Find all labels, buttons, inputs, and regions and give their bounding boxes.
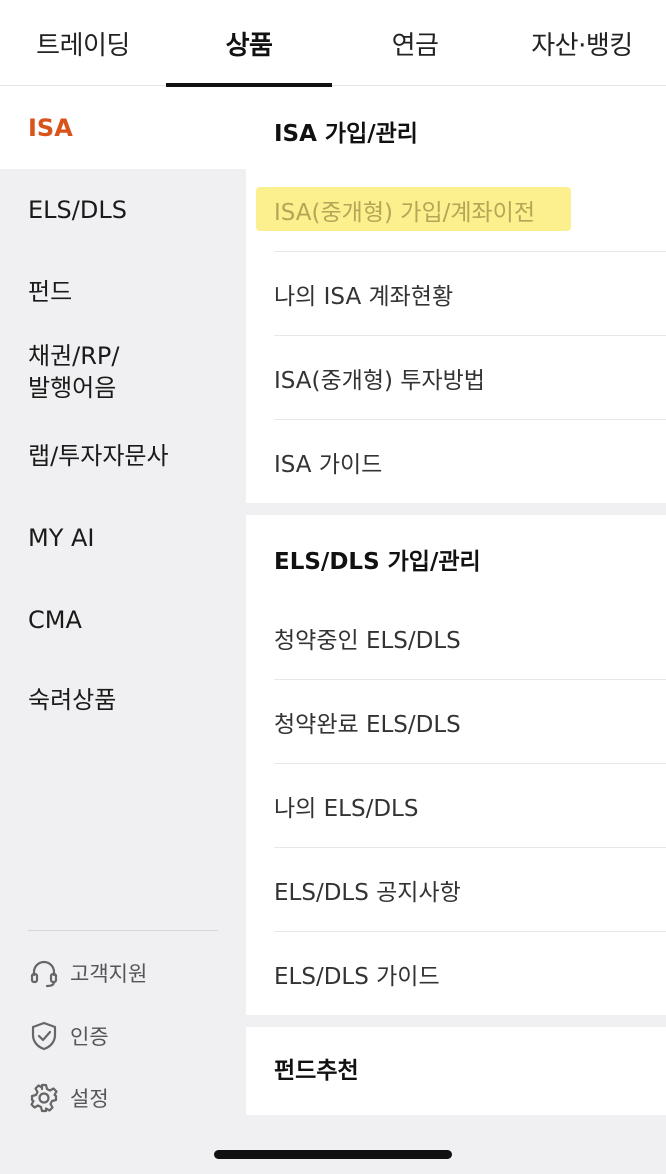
section-isa: ISA 가입/관리 ISA(중개형) 가입/계좌이전 나의 ISA 계좌현황 I… <box>246 87 666 503</box>
shield-check-icon <box>31 1021 57 1051</box>
settings-link[interactable]: 설정 <box>28 1082 109 1114</box>
menu-item-isa-investment-method[interactable]: ISA(중개형) 투자방법 <box>274 336 666 420</box>
section-els-dls: ELS/DLS 가입/관리 청약중인 ELS/DLS 청약완료 ELS/DLS … <box>246 515 666 1015</box>
menu-item-isa-join-transfer[interactable]: ISA(중개형) 가입/계좌이전 <box>274 168 666 252</box>
menu-item-isa-guide[interactable]: ISA 가이드 <box>274 420 666 504</box>
sidebar-item-my-ai[interactable]: MY AI <box>0 522 246 554</box>
sidebar-item-fund[interactable]: 펀드 <box>0 276 246 308</box>
authentication-link[interactable]: 인증 <box>28 1020 109 1052</box>
category-sidebar: ISA ELS/DLS 펀드 채권/RP/ 발행어음 랩/투자자문사 MY AI… <box>0 87 246 1174</box>
section-title-fund-recommendation: 펀드추천 <box>274 1058 359 1084</box>
settings-label: 설정 <box>70 1087 109 1111</box>
sidebar-item-els-dls[interactable]: ELS/DLS <box>0 194 246 226</box>
menu-item-els-subscribing[interactable]: 청약중인 ELS/DLS <box>274 596 666 680</box>
menu-item-els-notice[interactable]: ELS/DLS 공지사항 <box>274 848 666 932</box>
customer-support-label: 고객지원 <box>70 962 148 986</box>
tab-pension[interactable]: 연금 <box>332 0 498 86</box>
sidebar-item-wrap-advisory[interactable]: 랩/투자자문사 <box>0 440 246 472</box>
headset-icon <box>30 960 58 988</box>
tab-products[interactable]: 상품 <box>166 0 332 86</box>
section-title-isa: ISA 가입/관리 <box>274 121 418 147</box>
authentication-label: 인증 <box>70 1025 109 1049</box>
sidebar-item-deliberation-products[interactable]: 숙려상품 <box>0 684 246 716</box>
menu-content: ISA 가입/관리 ISA(중개형) 가입/계좌이전 나의 ISA 계좌현황 I… <box>246 87 666 1174</box>
tab-trading[interactable]: 트레이딩 <box>0 0 166 86</box>
section-fund-recommendation: 펀드추천 <box>246 1027 666 1115</box>
home-indicator-bar[interactable] <box>214 1150 452 1159</box>
sidebar-item-isa[interactable]: ISA <box>0 87 246 169</box>
gear-icon <box>30 1083 58 1113</box>
menu-item-els-guide[interactable]: ELS/DLS 가이드 <box>274 932 666 1016</box>
menu-item-my-els[interactable]: 나의 ELS/DLS <box>274 764 666 848</box>
sidebar-item-bond-rp[interactable]: 채권/RP/ 발행어음 <box>0 340 246 404</box>
tab-assets-banking[interactable]: 자산·뱅킹 <box>498 0 666 86</box>
sidebar-divider <box>28 930 218 931</box>
customer-support-link[interactable]: 고객지원 <box>28 957 147 989</box>
menu-item-my-isa-account[interactable]: 나의 ISA 계좌현황 <box>274 252 666 336</box>
top-tab-bar: 트레이딩 상품 연금 자산·뱅킹 <box>0 0 666 87</box>
menu-item-els-subscribed[interactable]: 청약완료 ELS/DLS <box>274 680 666 764</box>
section-title-els-dls: ELS/DLS 가입/관리 <box>274 549 481 575</box>
sidebar-item-cma[interactable]: CMA <box>0 604 246 636</box>
menu-item-label: ISA(중개형) 가입/계좌이전 <box>274 199 535 226</box>
